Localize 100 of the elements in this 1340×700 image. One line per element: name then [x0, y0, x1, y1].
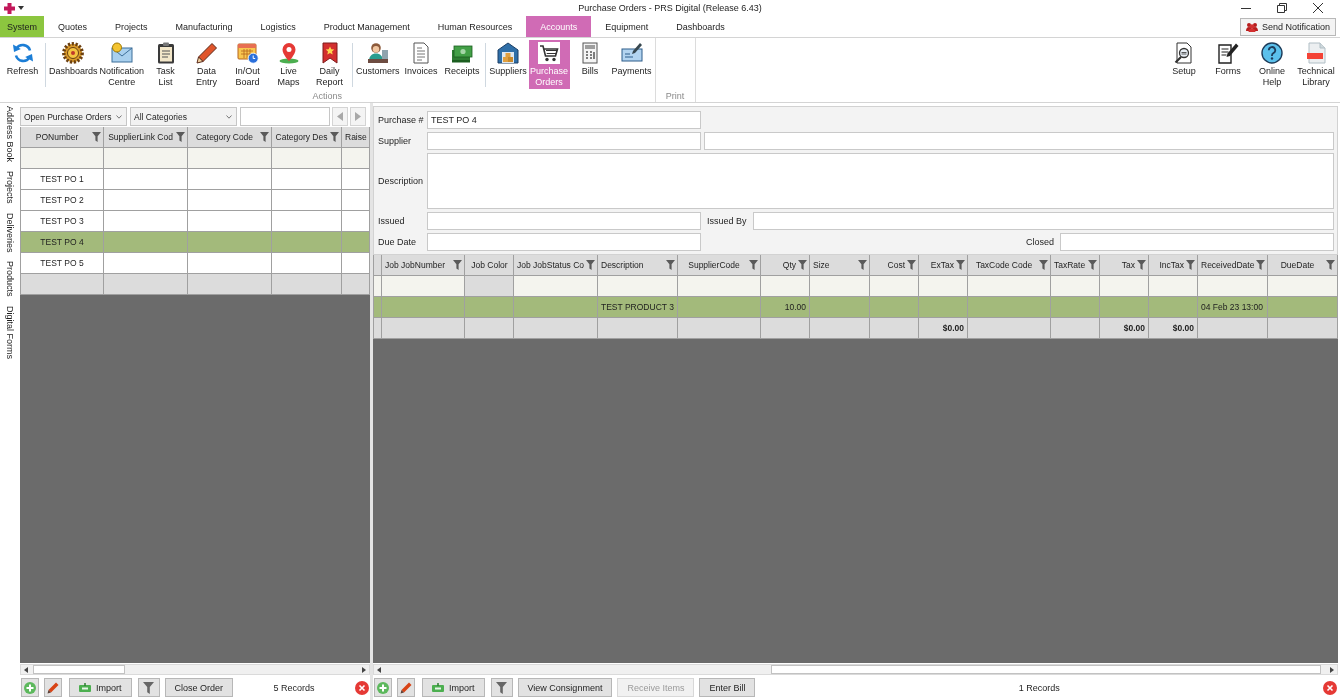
add-button[interactable] — [374, 678, 392, 697]
restore-icon[interactable] — [1277, 3, 1287, 13]
filter-icon[interactable] — [1186, 260, 1195, 270]
menu-tab[interactable]: Dashboards — [662, 16, 739, 37]
toolbar-button[interactable]: Close Order — [164, 678, 234, 697]
ribbon-button[interactable]: In/Out Board — [227, 40, 269, 89]
column-header[interactable]: TaxRate — [1051, 255, 1100, 275]
side-tab[interactable]: Products — [4, 261, 15, 297]
column-header[interactable]: ReceivedDate — [1198, 255, 1268, 275]
filter-icon[interactable] — [330, 132, 339, 142]
menu-tab[interactable]: Manufacturing — [161, 16, 247, 37]
minimize-icon[interactable] — [1241, 7, 1251, 9]
filter-field[interactable] — [21, 148, 104, 168]
cross-logo-icon[interactable] — [4, 2, 15, 14]
filter-field[interactable] — [188, 148, 272, 168]
filter-icon[interactable] — [666, 260, 675, 270]
filter-field[interactable] — [1100, 276, 1149, 296]
ribbon-button[interactable]: Dashboards — [48, 40, 99, 78]
filter-field[interactable] — [1149, 276, 1198, 296]
menu-tab[interactable]: Equipment — [591, 16, 663, 37]
side-tab[interactable]: Address Book — [4, 106, 15, 163]
column-header[interactable]: ExTax — [919, 255, 968, 275]
ribbon-button[interactable]: Receipts — [441, 40, 483, 78]
menu-tab[interactable]: Product Management — [309, 16, 424, 37]
search-field[interactable] — [240, 107, 330, 126]
filter-icon[interactable] — [1137, 260, 1146, 270]
column-header[interactable]: Cost — [870, 255, 919, 275]
column-header[interactable]: Job JobStatus Co — [514, 255, 598, 275]
filter-field[interactable] — [919, 276, 968, 296]
column-header[interactable]: Qty — [761, 255, 810, 275]
ribbon-button[interactable]: Suppliers — [487, 40, 529, 78]
ribbon-button[interactable]: Online Help — [1250, 40, 1294, 89]
column-header[interactable]: Description — [598, 255, 678, 275]
filter-icon[interactable] — [586, 260, 596, 270]
column-header[interactable]: Category Code — [188, 127, 272, 147]
column-header[interactable]: Raise — [342, 127, 370, 147]
import-button[interactable]: Import — [422, 678, 485, 697]
ribbon-button[interactable]: Customers — [355, 40, 401, 78]
column-header[interactable]: SupplierCode — [678, 255, 761, 275]
column-header[interactable]: SupplierLink Cod — [104, 127, 188, 147]
filter-icon[interactable] — [453, 260, 462, 270]
table-row[interactable]: TEST PO 2 — [21, 190, 370, 211]
next-button[interactable] — [350, 107, 366, 126]
filter-field[interactable] — [761, 276, 810, 296]
ribbon-button[interactable]: Refresh — [2, 40, 43, 78]
ribbon-button[interactable]: Invoices — [400, 40, 442, 78]
edit-button[interactable] — [44, 678, 62, 697]
filter-field[interactable] — [342, 148, 370, 168]
filter-field[interactable] — [1198, 276, 1268, 296]
column-header[interactable]: DueDate — [1268, 255, 1338, 275]
horizontal-scrollbar[interactable] — [20, 664, 370, 675]
table-row[interactable]: TEST PO 3 — [21, 211, 370, 232]
input-field[interactable] — [1060, 233, 1334, 251]
filter-icon[interactable] — [1256, 260, 1266, 270]
input-field[interactable] — [427, 132, 701, 150]
triangle-left-icon[interactable] — [24, 666, 28, 673]
triangle-right-icon[interactable] — [362, 666, 366, 673]
filter-icon[interactable] — [1039, 260, 1048, 270]
table-row[interactable]: TEST PO 5 — [21, 253, 370, 274]
caret-down-icon[interactable] — [18, 6, 24, 10]
ribbon-button[interactable]: Daily Report — [309, 40, 351, 89]
side-tab[interactable]: Deliveries — [4, 212, 15, 253]
ribbon-button[interactable]: Notification Centre — [98, 40, 146, 89]
filter-field[interactable] — [870, 276, 919, 296]
ribbon-button[interactable]: Data Entry — [186, 40, 228, 89]
filter-field[interactable] — [678, 276, 761, 296]
edit-button[interactable] — [397, 678, 415, 697]
column-header[interactable]: TaxCode Code — [968, 255, 1051, 275]
column-header[interactable]: Job Color — [465, 255, 514, 275]
menu-tab[interactable]: Projects — [101, 16, 162, 37]
previous-button[interactable] — [332, 107, 348, 126]
filter-field[interactable] — [1051, 276, 1100, 296]
filter-icon[interactable] — [907, 260, 916, 270]
input-field[interactable] — [427, 233, 701, 251]
filter-field[interactable] — [374, 276, 382, 296]
ribbon-button[interactable]: Bills — [569, 40, 611, 78]
ribbon-button[interactable]: Payments — [610, 40, 653, 78]
menu-tab[interactable]: Logistics — [246, 16, 310, 37]
filter-icon[interactable] — [1088, 260, 1097, 270]
filter-icon[interactable] — [858, 260, 867, 270]
side-tab[interactable]: Projects — [4, 171, 15, 204]
input-field[interactable] — [427, 212, 701, 230]
column-header[interactable]: Job JobNumber — [382, 255, 465, 275]
input-field[interactable]: TEST PO 4 — [427, 111, 701, 129]
dropdown[interactable]: Open Purchase Orders — [20, 107, 127, 126]
ribbon-button[interactable]: Setup — [1162, 40, 1206, 78]
filter-field[interactable] — [1268, 276, 1338, 296]
filter-icon[interactable] — [260, 132, 269, 142]
triangle-right-icon[interactable] — [1330, 666, 1334, 673]
scrollbar-thumb[interactable] — [33, 665, 125, 674]
send-notification-button[interactable]: Send Notification — [1239, 17, 1336, 36]
add-button[interactable] — [21, 678, 39, 697]
filter-field[interactable] — [104, 148, 188, 168]
table-row[interactable]: TEST PO 1 — [21, 169, 370, 190]
filter-field[interactable] — [968, 276, 1051, 296]
column-header[interactable]: Tax — [1100, 255, 1149, 275]
ribbon-button[interactable]: Live Maps — [268, 40, 310, 89]
input-field[interactable] — [752, 212, 1334, 230]
ribbon-button[interactable]: Forms — [1206, 40, 1250, 78]
filter-field[interactable] — [598, 276, 678, 296]
